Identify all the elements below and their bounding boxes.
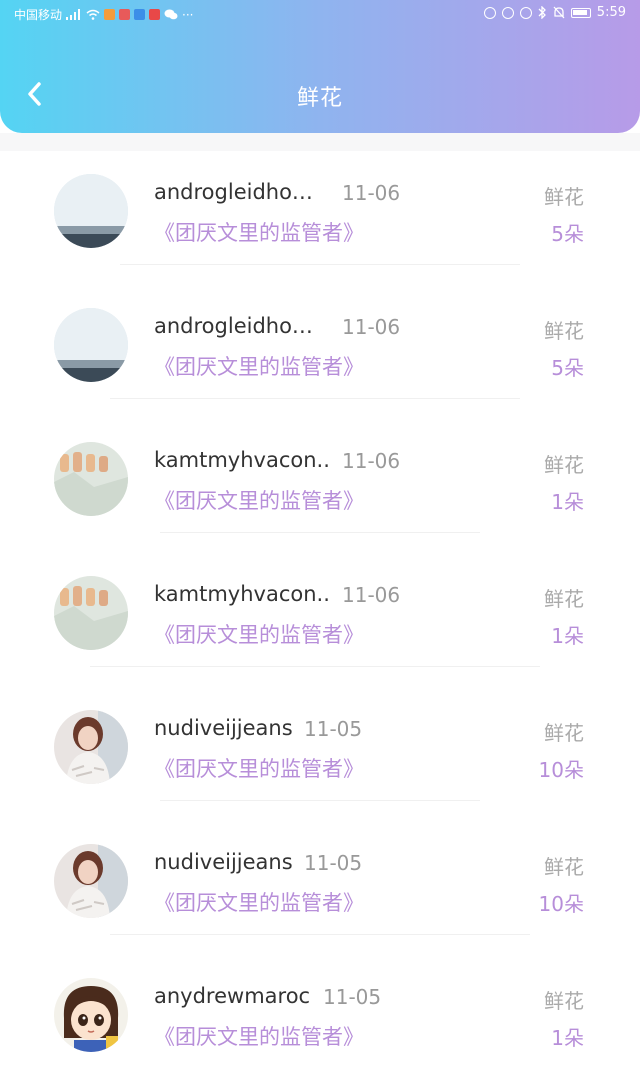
gift-count: 10朵 — [538, 892, 584, 916]
header-bar: 中国移动 ··· 5:59 鲜花 — [0, 0, 640, 133]
list-item[interactable]: kamtmyhvacon.. 11-06 《团厌文里的监管者》 鲜花 1朵 — [0, 553, 640, 687]
book-title[interactable]: 《团厌文里的监管者》 — [154, 351, 364, 381]
user-name: androgleidho… — [154, 180, 313, 204]
gift-count: 5朵 — [551, 356, 584, 380]
divider — [110, 934, 530, 935]
book-title[interactable]: 《团厌文里的监管者》 — [154, 753, 364, 783]
book-title[interactable]: 《团厌文里的监管者》 — [154, 619, 364, 649]
header-separator — [0, 133, 640, 151]
gift-count: 1朵 — [551, 490, 584, 514]
avatar[interactable] — [54, 978, 128, 1052]
gift-count: 1朵 — [551, 624, 584, 648]
record-date: 11-05 — [304, 851, 363, 875]
more-notifications: ··· — [182, 7, 194, 22]
divider — [90, 666, 540, 667]
user-name: nudiveijjeans — [154, 716, 293, 740]
carrier-label: 中国移动 — [14, 8, 63, 22]
record-date: 11-06 — [342, 181, 401, 205]
gift-count: 1朵 — [551, 1026, 584, 1050]
list-item[interactable]: nudiveijjeans 11-05 《团厌文里的监管者》 鲜花 10朵 — [0, 687, 640, 821]
record-date: 11-05 — [323, 985, 382, 1009]
bluetooth-icon — [538, 6, 546, 19]
signal-icon — [66, 9, 81, 20]
page-title: 鲜花 — [296, 86, 343, 111]
app-notification-icon — [104, 9, 116, 20]
user-name: androgleidho… — [154, 314, 313, 338]
avatar[interactable] — [54, 710, 128, 784]
user-name: anydrewmaroc — [154, 984, 311, 1008]
avatar[interactable] — [54, 308, 128, 382]
user-name: nudiveijjeans — [154, 850, 293, 874]
divider — [110, 398, 520, 399]
list-item[interactable]: anydrewmaroc 11-05 《团厌文里的监管者》 鲜花 1朵 — [0, 955, 640, 1089]
app-notification-icon — [149, 9, 161, 20]
divider — [160, 532, 480, 533]
alarm-icon — [519, 6, 532, 19]
record-date: 11-06 — [342, 449, 401, 473]
wifi-icon — [86, 9, 100, 20]
app-notification-icon — [119, 9, 131, 20]
gift-type: 鲜花 — [544, 319, 584, 343]
clock: 5:59 — [596, 5, 626, 20]
record-date: 11-06 — [342, 315, 401, 339]
divider — [120, 264, 520, 265]
data-saver-icon — [501, 6, 514, 19]
book-title[interactable]: 《团厌文里的监管者》 — [154, 1021, 364, 1051]
gift-type: 鲜花 — [544, 185, 584, 209]
list-item[interactable]: nudiveijjeans 11-05 《团厌文里的监管者》 鲜花 10朵 — [0, 821, 640, 955]
record-date: 11-05 — [304, 717, 363, 741]
book-title[interactable]: 《团厌文里的监管者》 — [154, 217, 364, 247]
list-item[interactable]: androgleidho… 11-06 《团厌文里的监管者》 鲜花 5朵 — [0, 285, 640, 419]
flower-record-list: androgleidho… 11-06 《团厌文里的监管者》 鲜花 5朵 and… — [0, 151, 640, 1089]
avatar[interactable] — [54, 442, 128, 516]
status-bar: 中国移动 ··· 5:59 — [0, 0, 640, 28]
battery-icon — [570, 7, 591, 18]
wechat-icon — [164, 9, 178, 20]
avatar[interactable] — [54, 844, 128, 918]
gift-type: 鲜花 — [544, 855, 584, 879]
list-item[interactable]: kamtmyhvacon.. 11-06 《团厌文里的监管者》 鲜花 1朵 — [0, 419, 640, 553]
divider — [160, 800, 480, 801]
app-notification-icon — [134, 9, 146, 20]
gift-type: 鲜花 — [544, 989, 584, 1013]
user-name: kamtmyhvacon.. — [154, 582, 330, 606]
book-title[interactable]: 《团厌文里的监管者》 — [154, 887, 364, 917]
mute-icon — [553, 6, 565, 19]
gift-type: 鲜花 — [544, 587, 584, 611]
avatar[interactable] — [54, 174, 128, 248]
gift-type: 鲜花 — [544, 721, 584, 745]
record-date: 11-06 — [342, 583, 401, 607]
status-right: 5:59 — [483, 5, 626, 20]
status-left: 中国移动 ··· — [14, 6, 193, 23]
hd-icon — [483, 6, 496, 19]
list-item[interactable]: androgleidho… 11-06 《团厌文里的监管者》 鲜花 5朵 — [0, 151, 640, 285]
gift-type: 鲜花 — [544, 453, 584, 477]
avatar[interactable] — [54, 576, 128, 650]
gift-count: 10朵 — [538, 758, 584, 782]
gift-count: 5朵 — [551, 222, 584, 246]
book-title[interactable]: 《团厌文里的监管者》 — [154, 485, 364, 515]
user-name: kamtmyhvacon.. — [154, 448, 330, 472]
